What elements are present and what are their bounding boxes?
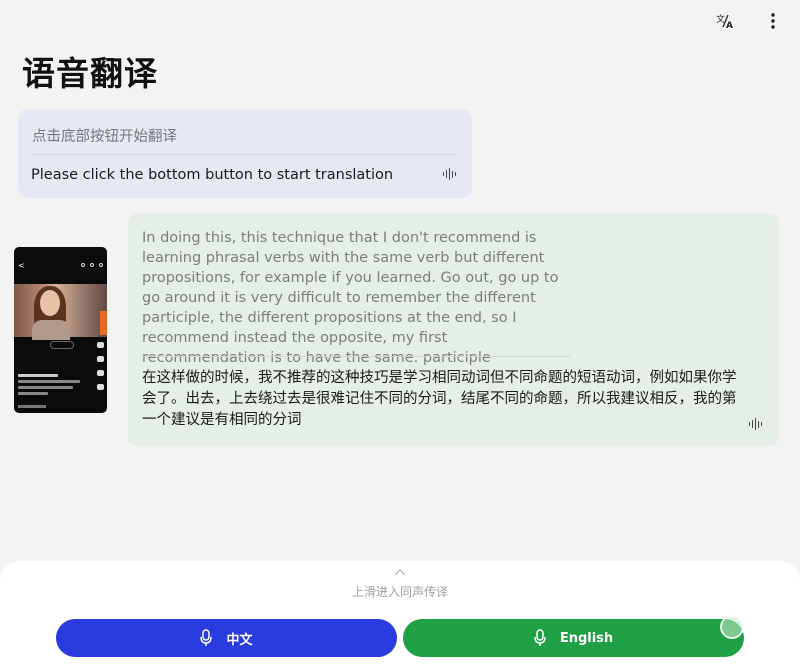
- thumbnail-chip: [50, 341, 74, 349]
- hint-target-text: Please click the bottom button to start …: [31, 167, 394, 183]
- voice-translate-screen: 文 A 语音翻译 点击底部按钮开始翻译 Please click the bot…: [0, 0, 800, 671]
- svg-text:A: A: [726, 21, 733, 29]
- thumbnail-video-frame: [14, 284, 107, 340]
- microphone-icon: [534, 629, 546, 646]
- more-vertical-icon[interactable]: [762, 10, 784, 32]
- translation-bubble: In doing this, this technique that I don…: [128, 213, 779, 446]
- translation-source-text: In doing this, this technique that I don…: [142, 230, 559, 366]
- chinese-button-label: 中文: [226, 632, 253, 648]
- chinese-mic-button[interactable]: 中文: [56, 619, 397, 657]
- back-icon: <: [18, 261, 25, 270]
- thumbnail-tools: [81, 263, 103, 267]
- thumbnail-caption: [18, 374, 82, 398]
- floating-ball[interactable]: [720, 615, 744, 639]
- hint-source-text: 点击底部按钮开始翻译: [32, 129, 177, 145]
- divider: [32, 154, 458, 155]
- translate-icon[interactable]: 文 A: [714, 10, 736, 32]
- thumbnail-footer: [18, 405, 46, 408]
- thumbnail-side-actions: [97, 342, 104, 390]
- english-mic-button[interactable]: English: [403, 619, 744, 657]
- video-thumbnail[interactable]: <: [14, 247, 107, 413]
- divider: [142, 356, 570, 357]
- top-toolbar: 文 A: [714, 10, 784, 32]
- english-button-label: English: [559, 630, 614, 646]
- waveform-icon[interactable]: [442, 168, 456, 180]
- thumbnail-status-bar: <: [14, 247, 107, 283]
- svg-text:文: 文: [716, 13, 725, 25]
- hint-bubble: 点击底部按钮开始翻译 Please click the bottom butto…: [18, 109, 472, 198]
- waveform-icon[interactable]: [748, 418, 762, 430]
- chevron-up-icon[interactable]: [394, 568, 406, 576]
- swipe-up-hint[interactable]: 上滑进入同声传译: [0, 583, 800, 600]
- translation-target-text: 在这样做的时候，我不推荐的这种技巧是学习相同动词但不同命题的短语动词，例如如果你…: [142, 370, 737, 428]
- microphone-icon: [200, 629, 213, 646]
- bottom-sheet[interactable]: 上滑进入同声传译 中文 English: [0, 561, 800, 671]
- page-title: 语音翻译: [22, 54, 158, 93]
